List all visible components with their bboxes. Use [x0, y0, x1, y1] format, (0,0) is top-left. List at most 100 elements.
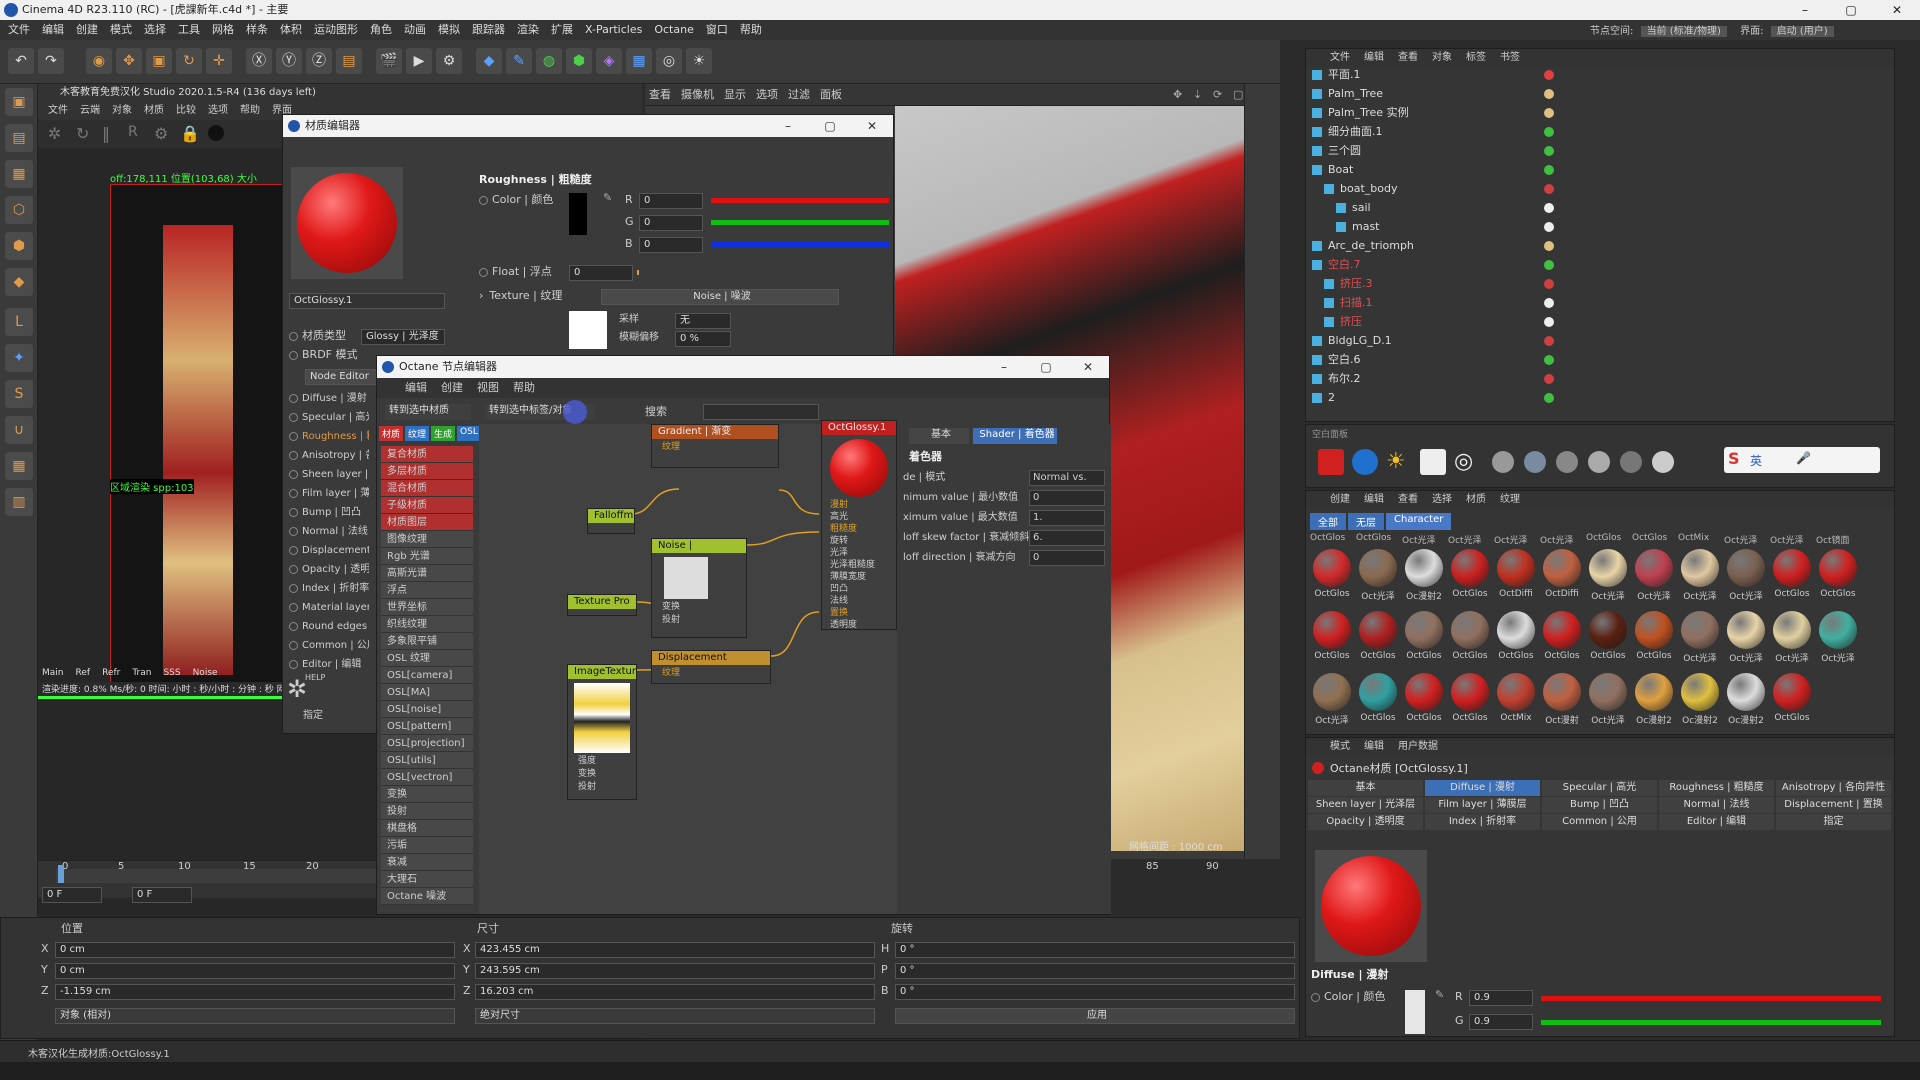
- node-category-1[interactable]: 纹理: [405, 426, 430, 441]
- viewport-menu-item-5[interactable]: 面板: [820, 84, 842, 105]
- undo-icon[interactable]: ↶: [8, 48, 34, 74]
- material-swatch[interactable]: OctDiffi: [1496, 549, 1536, 611]
- render-menu-item-0[interactable]: 文件: [48, 102, 68, 120]
- render-pass-tab-1[interactable]: Ref: [76, 668, 91, 678]
- octglossy-node[interactable]: OctGlossy.1 漫射 高光 粗糙度 旋转 光泽 光泽粗糙度 薄膜宽度 凹凸 法线 置换 透明…: [821, 420, 897, 630]
- material-menu-item-5[interactable]: 纹理: [1500, 491, 1520, 509]
- material-swatch[interactable]: Oct漫射: [1542, 673, 1582, 735]
- b-slider[interactable]: [711, 242, 889, 247]
- prop-value-0[interactable]: Normal vs.: [1029, 470, 1105, 486]
- r-slider[interactable]: [711, 198, 889, 203]
- material-swatch[interactable]: Oct光泽: [1588, 549, 1628, 611]
- channel-item-12[interactable]: Round edges: [289, 617, 369, 636]
- material-editor-maximize[interactable]: ▢: [809, 115, 851, 137]
- rot-p-field[interactable]: 0 °: [895, 963, 1295, 979]
- octane-mix-icon[interactable]: [1588, 451, 1610, 473]
- glossy-port-0[interactable]: 漫射: [822, 499, 896, 511]
- axis-icon[interactable]: L: [5, 308, 33, 336]
- library-item-7[interactable]: 高斯光谱: [381, 565, 473, 582]
- object-row-16[interactable]: 布尔.2: [1312, 370, 1872, 388]
- eyedropper-icon[interactable]: ✎: [603, 191, 612, 204]
- library-item-5[interactable]: 图像纹理: [381, 531, 473, 548]
- attribute-tab-1-1[interactable]: Film layer | 薄膜层: [1425, 797, 1540, 813]
- material-swatch[interactable]: Oct光泽: [1726, 611, 1766, 673]
- octane-sun-icon[interactable]: ☀: [1386, 449, 1406, 474]
- camera-icon[interactable]: ◎: [656, 48, 682, 74]
- material-type-select[interactable]: Glossy | 光泽度: [361, 329, 445, 345]
- menu-item-8[interactable]: 体积: [280, 20, 302, 40]
- texture-shader-field[interactable]: Noise | 噪波: [601, 289, 839, 305]
- material-swatch[interactable]: Oct光泽: [1312, 673, 1352, 735]
- channel-item-14[interactable]: Editor | 编辑: [289, 655, 369, 674]
- channel-item-8[interactable]: Displacement: [289, 541, 369, 560]
- object-row-15[interactable]: 空白.6: [1312, 351, 1872, 369]
- octane-camera-icon[interactable]: [1318, 449, 1344, 475]
- render-menu-item-5[interactable]: 选项: [208, 102, 228, 120]
- material-swatch[interactable]: OctGlos: [1450, 549, 1490, 611]
- float-slider[interactable]: [637, 270, 639, 275]
- channel-radio-4[interactable]: [289, 469, 298, 479]
- menu-item-2[interactable]: 创建: [76, 20, 98, 40]
- glossy-port-4[interactable]: 光泽: [822, 547, 896, 559]
- material-editor-close[interactable]: ✕: [851, 115, 893, 137]
- channel-radio-0[interactable]: [289, 393, 298, 403]
- attribute-tab-0-3[interactable]: Roughness | 粗糙度: [1659, 780, 1774, 796]
- library-item-17[interactable]: OSL[projection]: [381, 735, 473, 752]
- subdivision-icon[interactable]: ◍: [536, 48, 562, 74]
- magnet-icon[interactable]: ∪: [5, 416, 33, 444]
- cube-icon[interactable]: ◆: [476, 48, 502, 74]
- settings-icon[interactable]: ⚙: [154, 124, 168, 143]
- material-swatch[interactable]: OctGlos: [1450, 673, 1490, 735]
- sampling-select[interactable]: 无: [675, 313, 731, 329]
- channel-item-4[interactable]: Sheen layer | 光泽层: [289, 465, 369, 484]
- maximize-button[interactable]: ▢: [1828, 0, 1874, 20]
- deformer-icon[interactable]: ◈: [596, 48, 622, 74]
- attribute-menu-item-2[interactable]: 用户数据: [1398, 738, 1438, 756]
- object-menu-item-3[interactable]: 对象: [1432, 49, 1452, 67]
- object-row-1[interactable]: Palm_Tree: [1312, 85, 1872, 103]
- attribute-tab-2-2[interactable]: Common | 公用: [1542, 814, 1657, 830]
- material-swatch[interactable]: Oc漫射2: [1726, 673, 1766, 735]
- workplane-icon[interactable]: ▦: [5, 160, 33, 188]
- library-item-9[interactable]: 世界坐标: [381, 599, 473, 616]
- prop-value-4[interactable]: 0: [1029, 550, 1105, 566]
- menu-item-12[interactable]: 模拟: [438, 20, 460, 40]
- frame-current-field[interactable]: 0 F: [132, 887, 192, 903]
- channel-item-1[interactable]: Specular | 高光: [289, 408, 369, 427]
- g-slider[interactable]: [711, 220, 889, 225]
- light-icon[interactable]: ☀: [686, 48, 712, 74]
- library-item-19[interactable]: OSL[vectron]: [381, 769, 473, 786]
- material-filter-1[interactable]: 无层: [1348, 513, 1384, 530]
- size-z-field[interactable]: 16.203 cm: [475, 984, 875, 1000]
- node-search-input[interactable]: [703, 404, 819, 420]
- channel-item-2[interactable]: Roughness | 粗糙度: [289, 427, 369, 446]
- object-row-8[interactable]: mast: [1336, 218, 1872, 236]
- material-swatch[interactable]: OctGlos: [1634, 611, 1674, 673]
- channel-radio-5[interactable]: [289, 488, 298, 498]
- menu-item-16[interactable]: X-Particles: [585, 20, 642, 40]
- node-editor-minimize[interactable]: –: [983, 356, 1025, 378]
- minimize-button[interactable]: –: [1782, 0, 1828, 20]
- menu-item-7[interactable]: 样条: [246, 20, 268, 40]
- attribute-tab-2-0[interactable]: Opacity | 透明度: [1308, 814, 1423, 830]
- g-field[interactable]: 0: [639, 215, 703, 231]
- menu-item-15[interactable]: 扩展: [551, 20, 573, 40]
- glossy-port-10[interactable]: 透明度: [822, 619, 896, 631]
- attribute-tab-0-0[interactable]: 基本: [1308, 780, 1423, 796]
- render-menu-item-3[interactable]: 材质: [144, 102, 164, 120]
- object-row-10[interactable]: 空白.7: [1312, 256, 1872, 274]
- render-pass-tab-2[interactable]: Refr: [102, 668, 120, 678]
- material-swatch[interactable]: OctMix: [1496, 673, 1536, 735]
- channel-radio-9[interactable]: [289, 564, 298, 574]
- frame-start-field[interactable]: 0 F: [42, 887, 102, 903]
- ime-toolbar[interactable]: S 英 🎤: [1724, 447, 1880, 473]
- attribute-tab-0-2[interactable]: Specular | 高光: [1542, 780, 1657, 796]
- material-swatch[interactable]: Oc漫射2: [1634, 673, 1674, 735]
- maximize-view-icon[interactable]: ▢: [1233, 88, 1243, 101]
- props-tab-basic[interactable]: 基本: [909, 428, 969, 444]
- library-item-4[interactable]: 材质图层: [381, 514, 473, 531]
- blur-offset-field[interactable]: 0 %: [675, 331, 731, 347]
- object-menu-item-1[interactable]: 编辑: [1364, 49, 1384, 67]
- channel-radio-3[interactable]: [289, 450, 298, 460]
- render-pass-tab-5[interactable]: Noise: [193, 668, 218, 678]
